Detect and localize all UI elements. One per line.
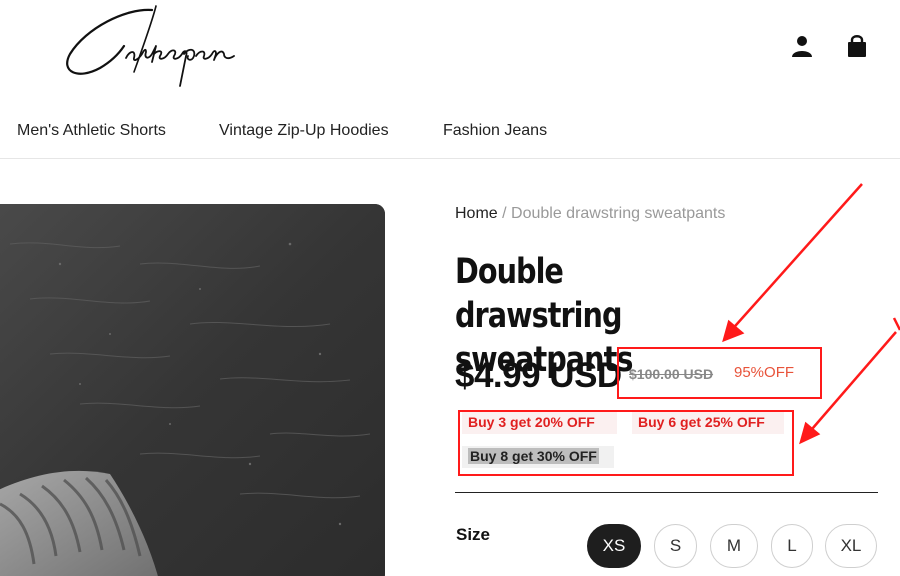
nav-item-fashion-jeans[interactable]: Fashion Jeans (443, 122, 547, 140)
nav-item-mens-athletic-shorts[interactable]: Men's Athletic Shorts (17, 122, 166, 140)
divider (455, 492, 878, 493)
annotation-box-promos (458, 410, 794, 476)
annotation-arrowhead-1 (722, 319, 745, 343)
annotation-mark-edge (892, 317, 900, 331)
size-option-l[interactable]: L (771, 524, 813, 568)
main-nav: Men's Athletic Shorts Vintage Zip-Up Hoo… (0, 100, 900, 159)
size-option-s[interactable]: S (654, 524, 697, 568)
breadcrumb-home[interactable]: Home (455, 205, 498, 222)
size-label: Size (456, 525, 491, 544)
breadcrumb-separator: / (497, 205, 512, 222)
size-option-m[interactable]: M (710, 524, 758, 568)
user-icon[interactable] (790, 34, 814, 58)
product-image[interactable] (0, 204, 385, 576)
product-price: $4.99 USD (455, 356, 622, 395)
nav-item-vintage-zip-up-hoodies[interactable]: Vintage Zip-Up Hoodies (219, 122, 389, 140)
size-option-xl[interactable]: XL (825, 524, 877, 568)
product-photo (0, 204, 385, 576)
annotation-box-price (617, 347, 822, 399)
breadcrumb: Home / Double drawstring sweatpants (455, 205, 725, 223)
annotation-arrowhead-2 (799, 421, 821, 445)
brand-logo[interactable] (56, 2, 246, 92)
site-header (0, 0, 900, 98)
bag-icon[interactable] (846, 34, 868, 58)
breadcrumb-current: Double drawstring sweatpants (511, 205, 726, 222)
size-option-xs[interactable]: XS (587, 524, 641, 568)
annotation-arrow-1 (727, 183, 863, 335)
